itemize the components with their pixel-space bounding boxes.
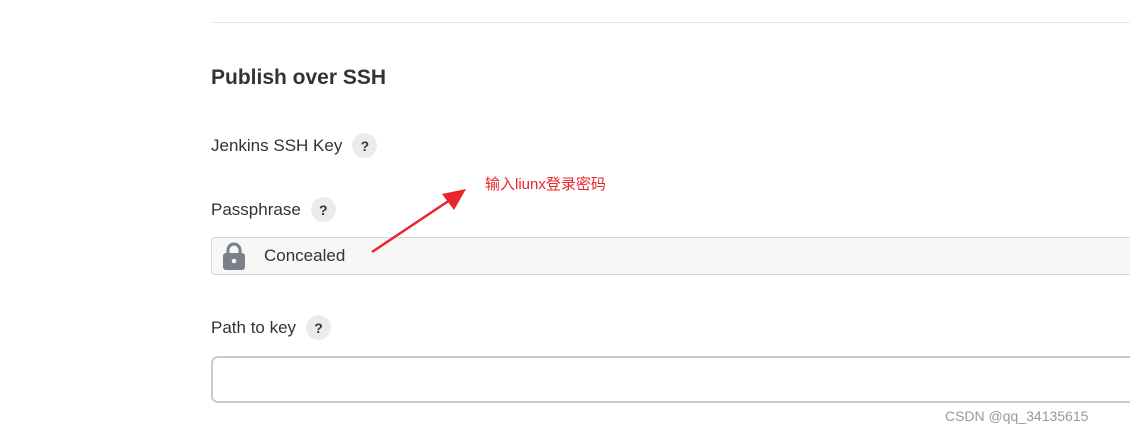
path-to-key-help-icon[interactable]: ? — [306, 315, 332, 340]
page: Publish over SSH Jenkins SSH Key ? Passp… — [0, 0, 1130, 435]
path-to-key-label-text: Path to key — [211, 317, 297, 337]
lock-icon — [221, 241, 247, 271]
ssh-key-help-icon[interactable]: ? — [352, 133, 378, 158]
passphrase-label-text: Passphrase — [211, 199, 301, 219]
watermark: CSDN @qq_34135615 — [945, 408, 1089, 424]
passphrase-label: Passphrase ? — [211, 197, 336, 222]
path-to-key-label: Path to key ? — [211, 315, 332, 340]
path-to-key-input[interactable] — [211, 356, 1130, 403]
section-title: Publish over SSH — [211, 66, 387, 89]
passphrase-concealed-field[interactable]: Concealed — [211, 237, 1130, 275]
passphrase-help-icon[interactable]: ? — [310, 197, 336, 222]
section-divider — [211, 22, 1130, 23]
jenkins-ssh-key-label-text: Jenkins SSH Key — [211, 135, 343, 155]
concealed-value: Concealed — [264, 246, 346, 265]
jenkins-ssh-key-label: Jenkins SSH Key ? — [211, 133, 378, 158]
annotation-arrow-icon — [371, 189, 466, 254]
annotation-text: 输入liunx登录密码 — [485, 176, 606, 193]
